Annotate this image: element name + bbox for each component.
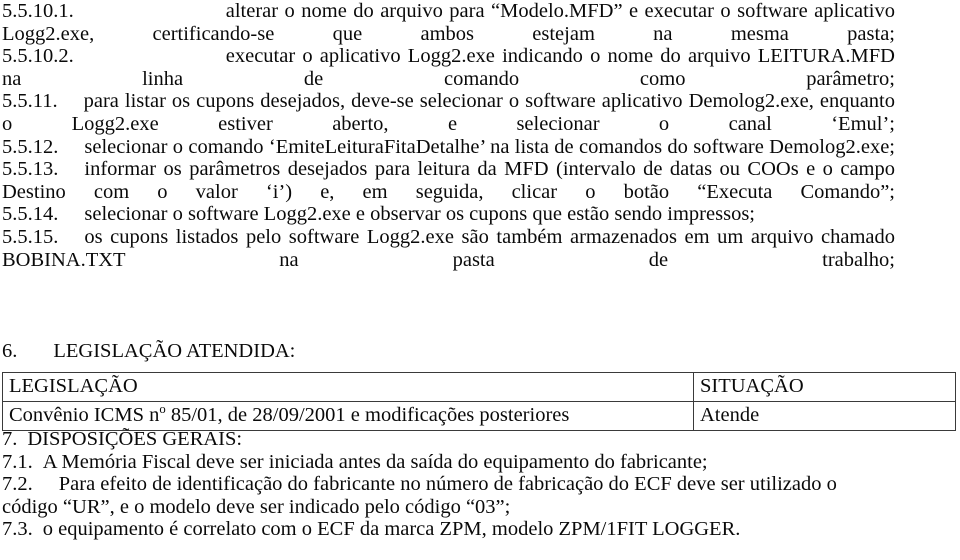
legislation-table: LEGISLAÇÃO SITUAÇÃO Convênio ICMS no 85/…	[2, 372, 956, 431]
paragraph-5-5-12: 5.5.12. selecionar o comando ‘EmiteLeitur…	[2, 136, 895, 159]
paragraph-7-2: 7.2. Para efeito de identificação do fabr…	[2, 473, 895, 518]
paragraph-number-5-5-12: 5.5.12.	[2, 135, 59, 158]
document-page: 5.5.10.1. alterar o nome do arquivo para …	[0, 0, 960, 560]
paragraph-text-7-2: Para efeito de identificação do fabrican…	[2, 473, 837, 518]
section-6-number: 6.	[2, 340, 18, 362]
paragraph-number-5-5-11: 5.5.11.	[2, 90, 58, 113]
legislacao-suffix: 85/01, de 28/09/2001 e modificações post…	[165, 404, 570, 426]
paragraph-number-7-2: 7.2.	[2, 473, 33, 496]
paragraph-text-5-5-15: os cupons listados pelo software Logg2.e…	[2, 225, 895, 271]
paragraph-5-5-10-2: 5.5.10.2. executar o aplicativo Logg2.exe…	[2, 45, 895, 90]
table-header-legislacao: LEGISLAÇÃO	[2, 372, 694, 402]
section-7-block: 7. DISPOSIÇÕES GERAIS: 7.1. A Memória Fisc…	[2, 428, 895, 541]
paragraph-text-5-5-14: selecionar o software Logg2.exe e observ…	[84, 203, 755, 226]
table-row: Convênio ICMS no 85/01, de 28/09/2001 e …	[2, 401, 956, 431]
table-header-row: LEGISLAÇÃO SITUAÇÃO	[2, 372, 956, 402]
paragraph-number-7-3: 7.3.	[2, 518, 33, 541]
paragraph-text-5-5-10-2: executar o aplicativo Logg2.exe indicand…	[2, 45, 895, 90]
paragraph-5-5-10-1: 5.5.10.1. alterar o nome do arquivo para …	[2, 0, 895, 45]
paragraph-text-5-5-12: selecionar o comando ‘EmiteLeituraFitaDe…	[84, 135, 895, 158]
paragraph-number-5-5-10-2: 5.5.10.2.	[2, 45, 74, 68]
section-6-heading-block: 6. LEGISLAÇÃO ATENDIDA:	[2, 340, 895, 363]
paragraph-number-5-5-13: 5.5.13.	[2, 158, 59, 181]
legislacao-prefix: Convênio ICMS n	[9, 404, 160, 426]
paragraph-5-5-13: 5.5.13. informar os parâmetros desejados …	[2, 158, 895, 203]
paragraph-text-5-5-13: informar os parâmetros desejados para le…	[2, 158, 895, 203]
paragraph-number-5-5-10-1: 5.5.10.1.	[2, 0, 74, 22]
paragraph-7-1: 7.1. A Memória Fiscal deve ser iniciada a…	[2, 451, 895, 474]
paragraph-text-7-1: A Memória Fiscal deve ser iniciada antes…	[42, 450, 708, 473]
table-cell-situacao: Atende	[693, 401, 956, 431]
paragraph-number-7-1: 7.1.	[2, 450, 33, 473]
section-6-title: LEGISLAÇÃO ATENDIDA:	[53, 340, 296, 362]
paragraph-5-5-14: 5.5.14. selecionar o software Logg2.exe e…	[2, 203, 895, 226]
paragraph-text-5-5-11: para listar os cupons desejados, deve-se…	[2, 90, 895, 135]
paragraph-number-5-5-15: 5.5.15.	[2, 225, 59, 248]
paragraph-number-5-5-14: 5.5.14.	[2, 203, 59, 226]
table-cell-legislacao: Convênio ICMS no 85/01, de 28/09/2001 e …	[2, 401, 694, 431]
paragraph-text-7-3: o equipamento é correlato com o ECF da m…	[42, 518, 741, 541]
paragraph-text-5-5-10-1: alterar o nome do arquivo para “Modelo.M…	[2, 0, 895, 45]
table-header-situacao: SITUAÇÃO	[693, 372, 956, 402]
paragraph-5-5-11: 5.5.11. para listar os cupons desejados, …	[2, 90, 895, 135]
section-7-heading: 7. DISPOSIÇÕES GERAIS:	[2, 428, 895, 451]
paragraph-5-5-15: 5.5.15. os cupons listados pelo software …	[2, 226, 895, 271]
section-7-title: DISPOSIÇÕES GERAIS:	[27, 428, 243, 450]
section-6-heading: 6. LEGISLAÇÃO ATENDIDA:	[2, 340, 895, 363]
document-body: 5.5.10.1. alterar o nome do arquivo para …	[2, 0, 895, 271]
section-7-number: 7.	[2, 428, 18, 450]
paragraph-7-3: 7.3. o equipamento é correlato com o ECF …	[2, 518, 895, 541]
